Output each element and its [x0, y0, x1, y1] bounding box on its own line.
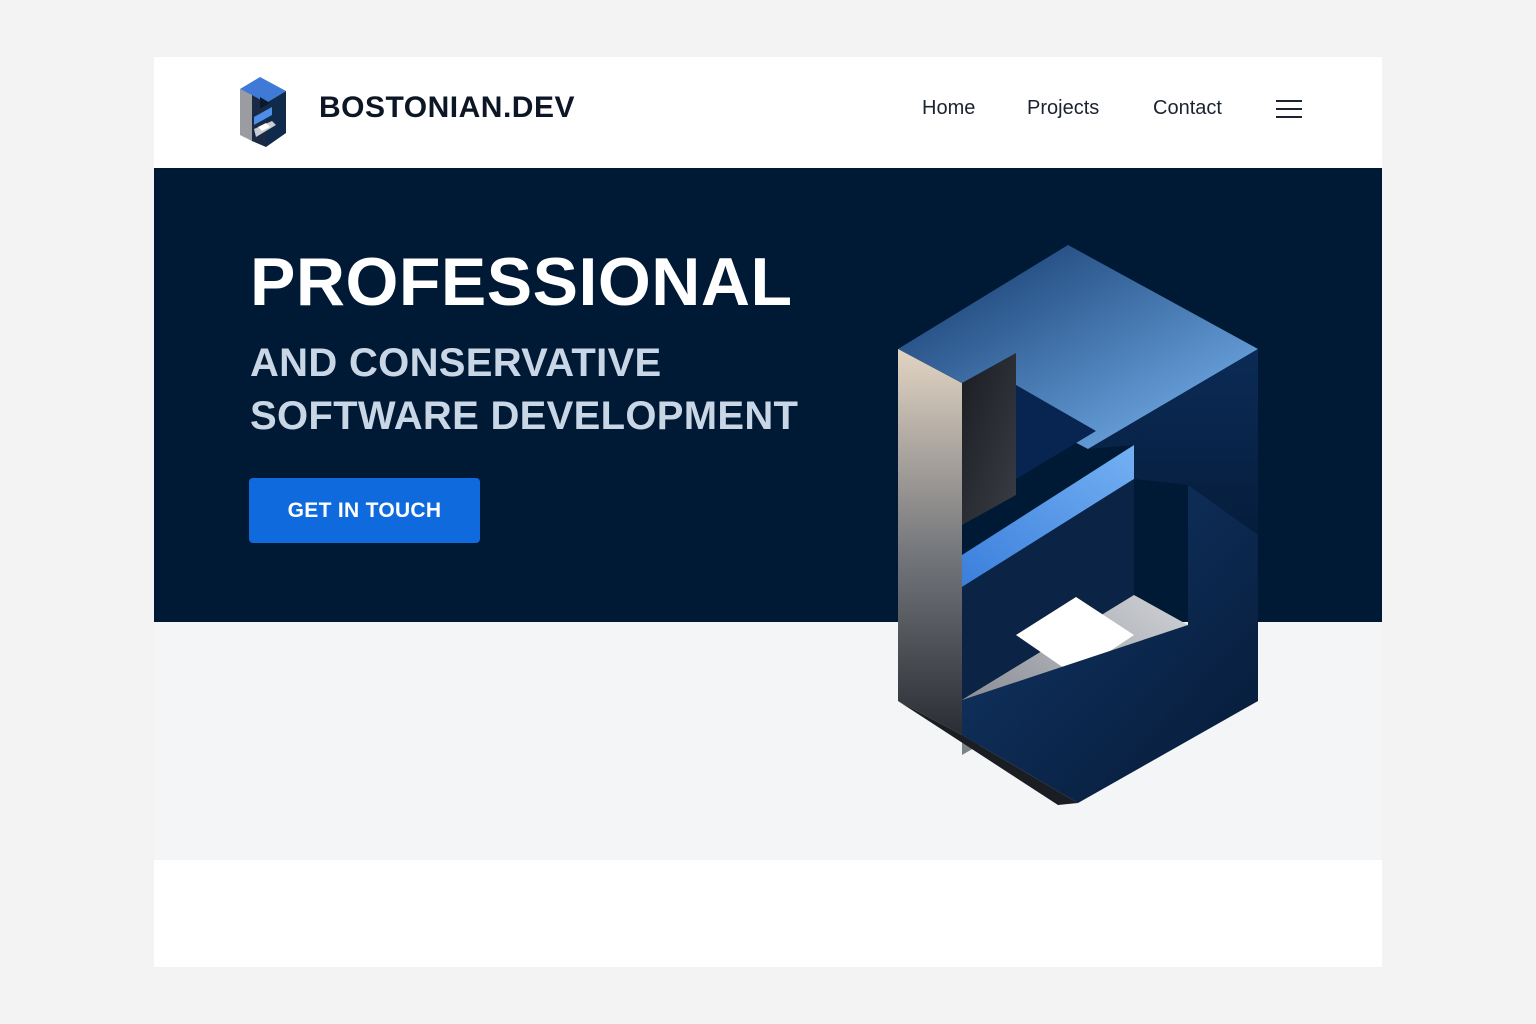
- logo-icon[interactable]: [240, 77, 292, 149]
- page-frame: BOSTONIAN.DEV Home Projects Contact PROF…: [154, 57, 1382, 967]
- b-monogram-3d-icon: [898, 245, 1258, 805]
- get-in-touch-button[interactable]: GET IN TOUCH: [249, 478, 480, 543]
- hero-subline-1: AND CONSERVATIVE: [250, 341, 662, 385]
- nav-link-projects[interactable]: Projects: [1027, 97, 1099, 120]
- hero-headline: PROFESSIONAL: [250, 244, 793, 320]
- nav-link-contact[interactable]: Contact: [1153, 97, 1222, 120]
- site-header: BOSTONIAN.DEV Home Projects Contact: [154, 57, 1382, 168]
- hamburger-menu-icon[interactable]: [1276, 100, 1302, 118]
- nav-link-home[interactable]: Home: [922, 97, 975, 120]
- hero-subline-2: SOFTWARE DEVELOPMENT: [250, 394, 799, 438]
- brand-name[interactable]: BOSTONIAN.DEV: [319, 91, 575, 125]
